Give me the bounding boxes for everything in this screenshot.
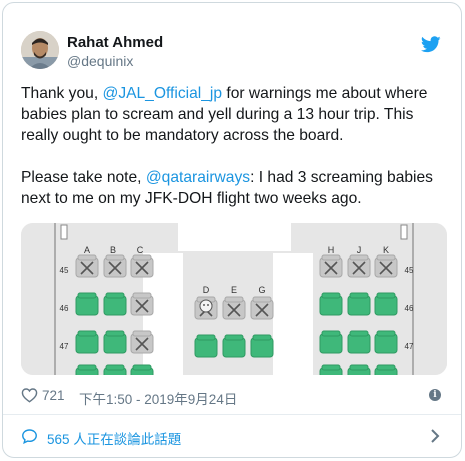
mention-link-jal[interactable]: @JAL_Official_jp: [102, 85, 222, 102]
info-icon[interactable]: i: [429, 389, 441, 401]
column-letter-E: E: [231, 285, 237, 295]
column-letter-K: K: [383, 245, 389, 255]
row-label-45: 45: [405, 266, 414, 275]
seat-45-K-back: [376, 254, 396, 261]
seat-48-1-back: [105, 364, 125, 371]
avatar[interactable]: [21, 31, 59, 69]
text-segment: Thank you,: [21, 85, 103, 102]
row-label-46: 46: [405, 304, 414, 313]
seat-45-H-back: [321, 254, 341, 261]
seat-47-J: [347, 333, 371, 354]
seat-47-J-back: [349, 330, 369, 337]
seat-47-K: [374, 333, 398, 354]
seat-46-K: [374, 295, 398, 316]
seat-mid2-G: [250, 337, 274, 358]
seat-47-H: [319, 333, 343, 354]
tweet-footer: 721 下午1:50 - 2019年9月24日 i: [21, 385, 443, 409]
seat-mid2-D: [194, 337, 218, 358]
seat-46-A-back: [77, 292, 97, 299]
seat-46-J: [347, 295, 371, 316]
seat-mid2-E: [222, 337, 246, 358]
seat-47-H-back: [321, 330, 341, 337]
tweet-paragraph-2: Please take note, @qatarairways: I had 3…: [21, 167, 449, 209]
column-letter-J: J: [357, 245, 362, 255]
seat-45-C-back: [132, 254, 152, 261]
mention-link-qatar[interactable]: @qatarairways: [146, 169, 250, 186]
tweet-header: Rahat Ahmed @dequinix: [21, 31, 443, 75]
row-label-46: 46: [60, 304, 69, 313]
bulkhead-marker-left: [60, 224, 68, 240]
heart-icon[interactable]: [21, 387, 38, 403]
row-label-47: 47: [405, 342, 414, 351]
seat-mid-G-back: [252, 296, 272, 303]
row-label-47: 47: [60, 342, 69, 351]
column-letter-H: H: [328, 245, 335, 255]
galley-area: [178, 223, 291, 251]
seat-46-H-back: [321, 292, 341, 299]
divider: [3, 414, 461, 415]
seat-47-C-back: [132, 330, 152, 337]
seat-mid2-E-back: [224, 334, 244, 341]
twitter-bird-icon[interactable]: [421, 36, 441, 53]
replies-link[interactable]: 565 人正在談論此話題: [21, 426, 443, 448]
column-letter-C: C: [137, 245, 144, 255]
column-letter-A: A: [84, 245, 90, 255]
bulkhead-marker-right: [400, 224, 408, 240]
like-count[interactable]: 721: [42, 388, 65, 403]
seat-mid2-G-back: [252, 334, 272, 341]
baby-face-icon: [199, 299, 213, 313]
seat-46-C-back: [132, 292, 152, 299]
seat-map-image: A B C H J K D E G 45 45 46 46 47 47: [21, 223, 447, 375]
seat-46-A: [75, 295, 99, 316]
seat-48-0-back: [77, 364, 97, 371]
seat-47-K-back: [376, 330, 396, 337]
seat-47-A: [75, 333, 99, 354]
text-segment: Please take note,: [21, 169, 146, 186]
speech-bubble-icon: [22, 429, 37, 444]
tweet-timestamp[interactable]: 下午1:50 - 2019年9月24日: [79, 388, 237, 408]
seat-48r-1-back: [349, 364, 369, 371]
baby-eye: [207, 304, 209, 306]
seat-48r-0-back: [321, 364, 341, 371]
seat-46-B: [103, 295, 127, 316]
author-name[interactable]: Rahat Ahmed: [67, 34, 163, 51]
avatar-image: [21, 31, 59, 69]
row-label-45: 45: [60, 266, 69, 275]
seat-45-A-back: [77, 254, 97, 261]
seat-47-A-back: [77, 330, 97, 337]
seat-mid-E-back: [224, 296, 244, 303]
seat-47-B: [103, 333, 127, 354]
aisle-right: [273, 253, 313, 375]
tweet-paragraph-1: Thank you, @JAL_Official_jp for warnings…: [21, 83, 449, 146]
column-letter-D: D: [203, 285, 210, 295]
column-letter-B: B: [110, 245, 116, 255]
seat-mid2-D-back: [196, 334, 216, 341]
seat-45-B-back: [105, 254, 125, 261]
tweet-text: Thank you, @JAL_Official_jp for warnings…: [21, 83, 449, 209]
seat-46-B-back: [105, 292, 125, 299]
column-letter-G: G: [258, 285, 265, 295]
seat-48r-2-back: [376, 364, 396, 371]
tweet-card: Rahat Ahmed @dequinix Thank you, @JAL_Of…: [2, 2, 462, 458]
seat-48-2-back: [132, 364, 152, 371]
seat-46-H: [319, 295, 343, 316]
tweet-media-seatmap[interactable]: A B C H J K D E G 45 45 46 46 47 47: [21, 223, 447, 375]
seat-47-B-back: [105, 330, 125, 337]
seat-46-J-back: [349, 292, 369, 299]
replies-label: 565 人正在談論此話題: [47, 432, 182, 447]
baby-eye: [203, 304, 205, 306]
author-handle[interactable]: @dequinix: [67, 53, 133, 69]
seat-45-J-back: [349, 254, 369, 261]
chevron-right-icon: [431, 429, 440, 443]
seat-46-K-back: [376, 292, 396, 299]
